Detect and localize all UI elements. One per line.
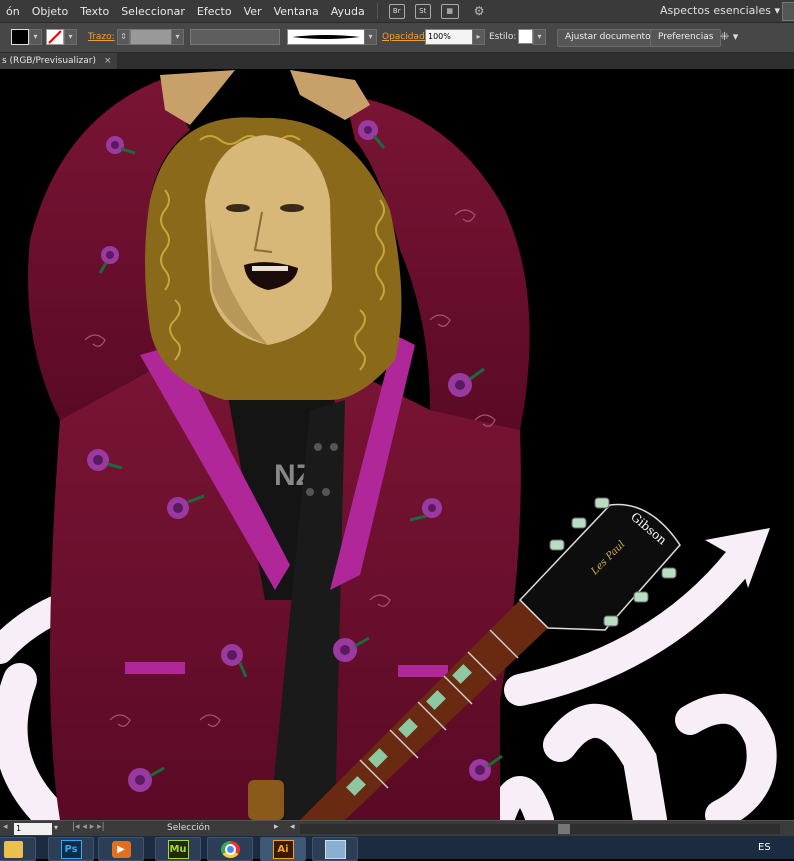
gpu-icon[interactable]: ⚙ [474, 4, 485, 18]
taskbar-muse[interactable]: Mu [155, 837, 201, 861]
zoom-dropdown-icon[interactable]: ▾ [54, 823, 58, 832]
zoom-field[interactable]: 1 [14, 823, 52, 835]
menu-bar: ón Objeto Texto Seleccionar Efecto Ver V… [0, 0, 794, 23]
bridge-button[interactable]: Br [388, 3, 405, 19]
artboard-canvas[interactable]: NZZ Gibson Les Paul [0, 70, 794, 820]
brush-definition[interactable] [287, 29, 365, 45]
stroke-weight-stepper[interactable]: ⇕ [117, 29, 130, 45]
preferences-button[interactable]: Preferencias [650, 29, 722, 47]
taskbar-illustrator[interactable]: Ai [260, 837, 306, 861]
status-bar: ◂ 1 ▾ |◂ ◂ ▸ ▸| Selección ▸ ◂ [0, 820, 794, 837]
menu-object[interactable]: Objeto [26, 5, 75, 18]
left-pocket-flap [125, 662, 185, 674]
language-indicator[interactable]: ES [758, 842, 771, 853]
opacity-label[interactable]: Opacidad: [382, 29, 428, 45]
scroll-left-icon[interactable]: ◂ [290, 822, 295, 832]
variable-width-profile[interactable] [190, 29, 280, 45]
current-tool-label: Selección [167, 823, 210, 833]
horizontal-scrollbar[interactable] [300, 824, 780, 834]
document-tab-bar: s (RGB/Previsualizar) × [0, 53, 794, 69]
window-icon [324, 839, 346, 859]
panel-options-icon[interactable]: ⁜ ▾ [720, 29, 738, 45]
graphic-style-swatch[interactable] [518, 29, 533, 44]
stock-button[interactable]: St [414, 3, 431, 19]
menu-select[interactable]: Seleccionar [115, 5, 191, 18]
stroke-dropdown[interactable]: ▾ [64, 29, 77, 45]
zoom-menu-icon[interactable]: ◂ [3, 822, 8, 832]
muse-icon: Mu [167, 839, 189, 859]
illustration: NZZ Gibson Les Paul [0, 70, 777, 820]
folder-icon [3, 840, 23, 858]
document-tab[interactable]: s (RGB/Previsualizar) × [0, 53, 117, 69]
belt-buckle [248, 780, 284, 820]
taskbar-media-player[interactable]: ▶ [98, 837, 144, 861]
taskbar-window[interactable] [312, 837, 358, 861]
media-player-icon: ▶ [111, 840, 131, 858]
brush-dropdown[interactable]: ▾ [364, 29, 377, 45]
taskbar-explorer[interactable] [0, 837, 36, 861]
taskbar-chrome[interactable] [207, 837, 253, 861]
right-pocket-flap [398, 665, 448, 677]
menu-effect[interactable]: Efecto [191, 5, 238, 18]
stroke-color-swatch[interactable] [46, 29, 64, 45]
scrollbar-thumb[interactable] [558, 824, 570, 834]
menu-help[interactable]: Ayuda [325, 5, 371, 18]
stroke-weight-dropdown[interactable]: ▾ [171, 29, 184, 45]
fill-dropdown[interactable]: ▾ [29, 29, 42, 45]
menu-type[interactable]: Texto [74, 5, 115, 18]
status-menu-icon[interactable]: ▸ [274, 822, 279, 832]
teeth [252, 266, 288, 271]
stroke-label[interactable]: Trazo: [88, 29, 115, 45]
arrange-documents-icon[interactable]: ▦ [440, 3, 459, 19]
style-label: Estilo: [489, 32, 517, 42]
stroke-weight-field[interactable] [130, 29, 172, 45]
close-icon[interactable]: × [104, 53, 112, 69]
no-stroke-icon [48, 30, 62, 44]
chrome-icon [220, 840, 240, 858]
opacity-field[interactable]: 100% [425, 29, 473, 45]
document-tab-title: s (RGB/Previsualizar) [2, 56, 96, 66]
opacity-dropdown[interactable]: ▸ [472, 29, 485, 45]
photoshop-icon: Ps [60, 839, 82, 859]
brush-stroke-icon [292, 35, 360, 39]
menu-file[interactable]: ón [0, 5, 26, 18]
search-icon[interactable] [782, 2, 794, 21]
illustrator-icon: Ai [272, 839, 294, 859]
control-bar: ▾ ▾ Trazo: ⇕ ▾ ▾ Opacidad: 100% ▸ Estilo… [0, 23, 794, 53]
menu-window[interactable]: Ventana [268, 5, 325, 18]
fill-color-swatch[interactable] [11, 29, 29, 45]
document-setup-button[interactable]: Ajustar documento [557, 29, 659, 47]
taskbar-photoshop[interactable]: Ps [48, 837, 94, 861]
os-taskbar: Ps ▶ Mu Ai ES [0, 836, 794, 861]
workspace-switcher[interactable]: Aspectos esenciales ▾ [660, 4, 780, 17]
style-dropdown[interactable]: ▾ [533, 29, 546, 45]
menu-view[interactable]: Ver [238, 5, 268, 18]
artboard-nav-icon[interactable]: |◂ ◂ ▸ ▸| [72, 822, 105, 832]
